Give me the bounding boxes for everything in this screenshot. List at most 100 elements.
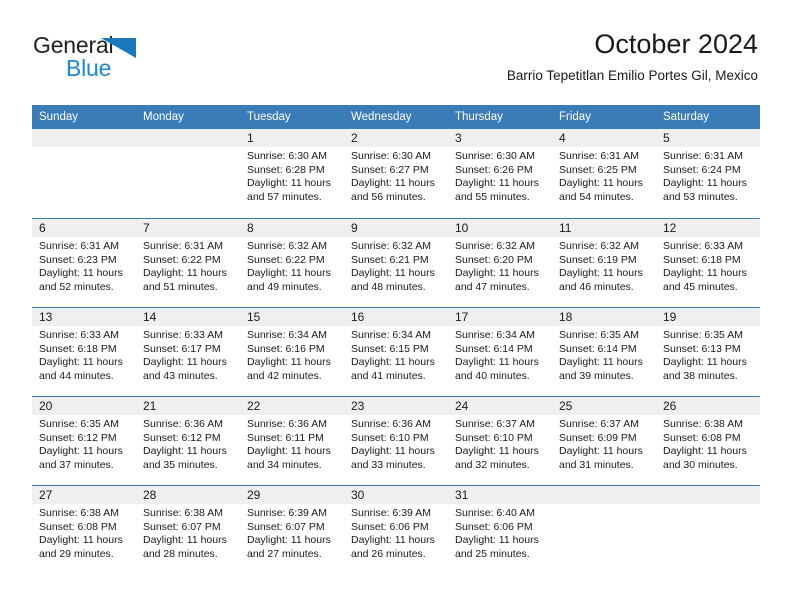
day-cell[interactable]: 26 Sunrise: 6:38 AM Sunset: 6:08 PM Dayligh… [656, 397, 760, 485]
day-cell-empty [552, 486, 656, 574]
day-number: 17 [448, 308, 552, 326]
generalblue-logo[interactable]: General Blue [33, 33, 233, 85]
day-sunrise-text: Sunrise: 6:35 AM [559, 329, 639, 341]
day-number: 28 [136, 486, 240, 504]
day-cell[interactable]: 22 Sunrise: 6:36 AM Sunset: 6:11 PM Dayligh… [240, 397, 344, 485]
calendar-week-row: 6 Sunrise: 6:31 AM Sunset: 6:23 PM Daylight… [32, 218, 760, 307]
day-cell[interactable]: 24 Sunrise: 6:37 AM Sunset: 6:10 PM Dayligh… [448, 397, 552, 485]
day-number: 22 [240, 397, 344, 415]
day-cell[interactable]: 16 Sunrise: 6:34 AM Sunset: 6:15 PM Dayligh… [344, 308, 448, 396]
day-number: 11 [552, 219, 656, 237]
day-daylight-line1-text: Daylight: 11 hours [559, 445, 643, 458]
weekday-header-row: Sunday Monday Tuesday Wednesday Thursday Frid… [32, 105, 760, 129]
day-daylight-line1-text: Daylight: 11 hours [247, 445, 331, 458]
calendar-week-row: 13 Sunrise: 6:33 AM Sunset: 6:18 PM Dayligh… [32, 307, 760, 396]
day-daylight-line2-text: and 49 minutes. [247, 280, 322, 293]
day-sunset-text: Sunset: 6:09 PM [559, 431, 637, 444]
day-cell[interactable]: 29 Sunrise: 6:39 AM Sunset: 6:07 PM Dayligh… [240, 486, 344, 574]
day-cell[interactable]: 23 Sunrise: 6:36 AM Sunset: 6:10 PM Dayligh… [344, 397, 448, 485]
day-daylight-line1-text: Daylight: 11 hours [559, 177, 643, 190]
day-sunrise-text: Sunrise: 6:34 AM [351, 329, 431, 341]
day-sunset-text: Sunset: 6:08 PM [663, 431, 741, 444]
day-daylight-line1-text: Daylight: 11 hours [247, 534, 331, 547]
day-cell[interactable]: 2 Sunrise: 6:30 AM Sunset: 6:27 PM Daylight… [344, 129, 448, 218]
weekday-header-tuesday: Tuesday [247, 111, 291, 123]
day-sunset-text: Sunset: 6:06 PM [351, 520, 429, 533]
day-sunset-text: Sunset: 6:28 PM [247, 163, 325, 176]
day-sunset-text: Sunset: 6:19 PM [559, 253, 637, 266]
day-details: Sunrise: 6:39 AM Sunset: 6:07 PM Daylight:… [240, 504, 344, 561]
day-daylight-line1-text: Daylight: 11 hours [143, 445, 227, 458]
day-details: Sunrise: 6:30 AM Sunset: 6:27 PM Daylight:… [344, 147, 448, 204]
day-cell[interactable]: 18 Sunrise: 6:35 AM Sunset: 6:14 PM Dayligh… [552, 308, 656, 396]
day-sunrise-text: Sunrise: 6:38 AM [39, 507, 119, 519]
day-details: Sunrise: 6:37 AM Sunset: 6:09 PM Daylight:… [552, 415, 656, 472]
day-number: 21 [136, 397, 240, 415]
day-sunset-text: Sunset: 6:14 PM [559, 342, 637, 355]
day-daylight-line1-text: Daylight: 11 hours [351, 356, 435, 369]
day-cell[interactable]: 11 Sunrise: 6:32 AM Sunset: 6:19 PM Dayligh… [552, 219, 656, 307]
day-sunset-text: Sunset: 6:18 PM [39, 342, 117, 355]
day-daylight-line1-text: Daylight: 11 hours [455, 534, 539, 547]
day-cell[interactable]: 10 Sunrise: 6:32 AM Sunset: 6:20 PM Dayligh… [448, 219, 552, 307]
day-details: Sunrise: 6:38 AM Sunset: 6:08 PM Daylight:… [656, 415, 760, 472]
day-daylight-line2-text: and 51 minutes. [143, 280, 218, 293]
day-sunset-text: Sunset: 6:13 PM [663, 342, 741, 355]
day-number [136, 129, 240, 147]
day-cell[interactable]: 20 Sunrise: 6:35 AM Sunset: 6:12 PM Dayligh… [32, 397, 136, 485]
day-cell[interactable]: 8 Sunrise: 6:32 AM Sunset: 6:22 PM Daylight… [240, 219, 344, 307]
day-cell[interactable]: 3 Sunrise: 6:30 AM Sunset: 6:26 PM Daylight… [448, 129, 552, 218]
day-daylight-line1-text: Daylight: 11 hours [663, 356, 747, 369]
logo-word-blue: Blue [66, 55, 112, 81]
day-cell[interactable]: 12 Sunrise: 6:33 AM Sunset: 6:18 PM Dayligh… [656, 219, 760, 307]
day-sunset-text: Sunset: 6:10 PM [351, 431, 429, 444]
day-cell[interactable]: 28 Sunrise: 6:38 AM Sunset: 6:07 PM Dayligh… [136, 486, 240, 574]
day-cell[interactable]: 6 Sunrise: 6:31 AM Sunset: 6:23 PM Daylight… [32, 219, 136, 307]
day-cell[interactable]: 5 Sunrise: 6:31 AM Sunset: 6:24 PM Daylight… [656, 129, 760, 218]
day-number: 6 [32, 219, 136, 237]
day-cell[interactable]: 4 Sunrise: 6:31 AM Sunset: 6:25 PM Daylight… [552, 129, 656, 218]
day-cell-empty [656, 486, 760, 574]
day-daylight-line1-text: Daylight: 11 hours [143, 534, 227, 547]
day-details: Sunrise: 6:36 AM Sunset: 6:11 PM Daylight:… [240, 415, 344, 472]
day-number: 1 [240, 129, 344, 147]
day-sunset-text: Sunset: 6:23 PM [39, 253, 117, 266]
day-daylight-line1-text: Daylight: 11 hours [39, 445, 123, 458]
day-details: Sunrise: 6:37 AM Sunset: 6:10 PM Daylight:… [448, 415, 552, 472]
day-number: 25 [552, 397, 656, 415]
day-details: Sunrise: 6:38 AM Sunset: 6:07 PM Daylight:… [136, 504, 240, 561]
day-sunset-text: Sunset: 6:26 PM [455, 163, 533, 176]
day-cell-empty [32, 129, 136, 218]
day-cell[interactable]: 31 Sunrise: 6:40 AM Sunset: 6:06 PM Dayligh… [448, 486, 552, 574]
day-cell[interactable]: 21 Sunrise: 6:36 AM Sunset: 6:12 PM Dayligh… [136, 397, 240, 485]
day-cell[interactable]: 13 Sunrise: 6:33 AM Sunset: 6:18 PM Dayligh… [32, 308, 136, 396]
day-sunset-text: Sunset: 6:07 PM [143, 520, 221, 533]
day-details: Sunrise: 6:33 AM Sunset: 6:17 PM Daylight:… [136, 326, 240, 383]
day-cell[interactable]: 15 Sunrise: 6:34 AM Sunset: 6:16 PM Dayligh… [240, 308, 344, 396]
day-sunset-text: Sunset: 6:22 PM [247, 253, 325, 266]
day-cell[interactable]: 25 Sunrise: 6:37 AM Sunset: 6:09 PM Dayligh… [552, 397, 656, 485]
day-daylight-line1-text: Daylight: 11 hours [455, 445, 539, 458]
day-daylight-line2-text: and 46 minutes. [559, 280, 634, 293]
day-cell[interactable]: 27 Sunrise: 6:38 AM Sunset: 6:08 PM Dayligh… [32, 486, 136, 574]
day-daylight-line2-text: and 37 minutes. [39, 458, 114, 471]
day-number: 13 [32, 308, 136, 326]
day-cell[interactable]: 9 Sunrise: 6:32 AM Sunset: 6:21 PM Daylight… [344, 219, 448, 307]
day-sunrise-text: Sunrise: 6:36 AM [351, 418, 431, 430]
day-cell[interactable]: 30 Sunrise: 6:39 AM Sunset: 6:06 PM Dayligh… [344, 486, 448, 574]
day-daylight-line2-text: and 38 minutes. [663, 369, 738, 382]
day-cell[interactable]: 7 Sunrise: 6:31 AM Sunset: 6:22 PM Daylight… [136, 219, 240, 307]
day-sunset-text: Sunset: 6:12 PM [143, 431, 221, 444]
day-cell[interactable]: 17 Sunrise: 6:34 AM Sunset: 6:14 PM Dayligh… [448, 308, 552, 396]
calendar-weeks: 1 Sunrise: 6:30 AM Sunset: 6:28 PM Daylight… [32, 129, 760, 574]
day-sunrise-text: Sunrise: 6:39 AM [247, 507, 327, 519]
day-cell[interactable]: 14 Sunrise: 6:33 AM Sunset: 6:17 PM Dayligh… [136, 308, 240, 396]
day-daylight-line1-text: Daylight: 11 hours [559, 267, 643, 280]
day-sunset-text: Sunset: 6:14 PM [455, 342, 533, 355]
day-number: 10 [448, 219, 552, 237]
page-title: October 2024 [594, 29, 758, 59]
day-sunrise-text: Sunrise: 6:30 AM [455, 150, 535, 162]
day-cell[interactable]: 1 Sunrise: 6:30 AM Sunset: 6:28 PM Daylight… [240, 129, 344, 218]
day-cell[interactable]: 19 Sunrise: 6:35 AM Sunset: 6:13 PM Dayligh… [656, 308, 760, 396]
day-sunrise-text: Sunrise: 6:35 AM [663, 329, 743, 341]
